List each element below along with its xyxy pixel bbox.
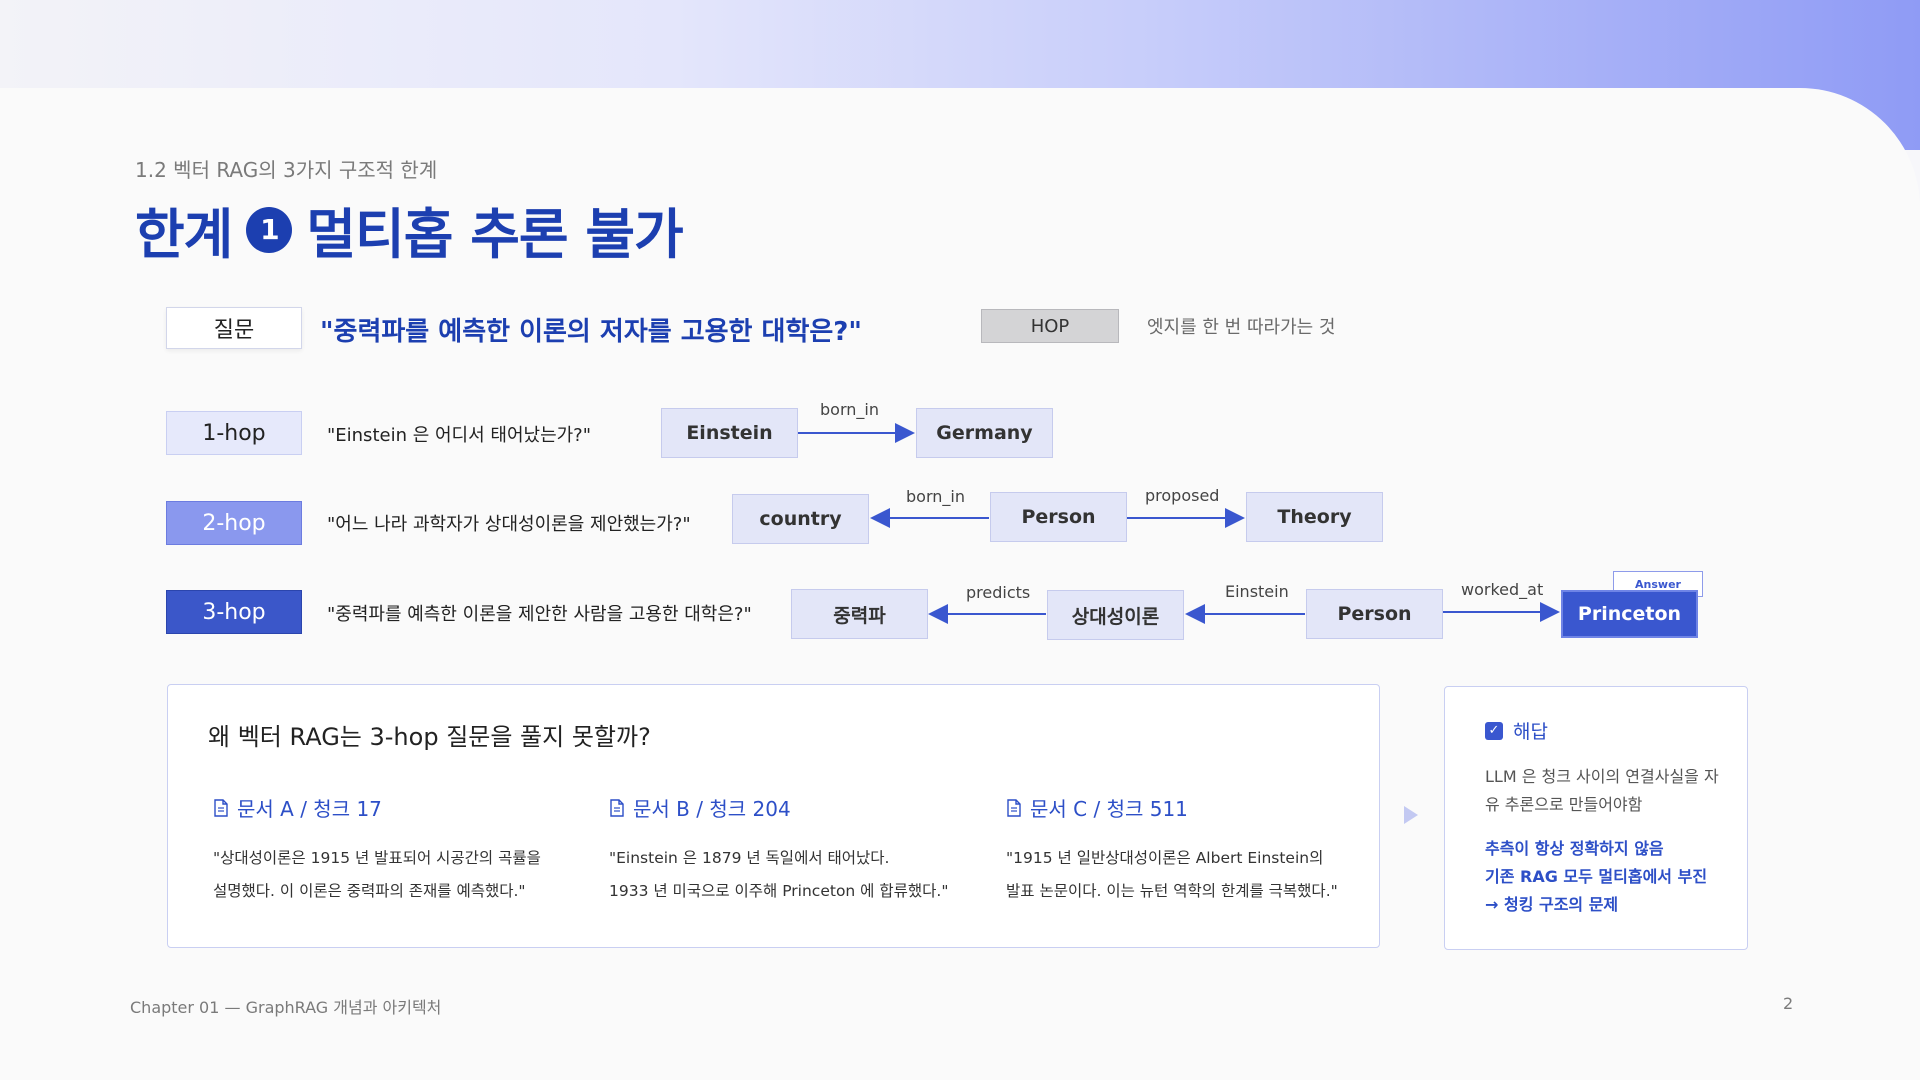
answer-emphasis-line: → 청킹 구조의 문제 <box>1485 895 1619 914</box>
why-panel-title: 왜 벡터 RAG는 3-hop 질문을 풀지 못할까? <box>208 723 651 751</box>
graph-node-person: Person <box>1306 589 1443 639</box>
answer-emphasis-line: 추측이 항상 정확하지 않음 <box>1485 839 1664 858</box>
doc-text-line: "1915 년 일반상대성이론은 Albert Einstein의 <box>1006 849 1324 867</box>
doc-title: 문서 A / 청크 17 <box>237 797 382 821</box>
page-number: 2 <box>1783 994 1794 1013</box>
answer-body: LLM 은 청크 사이의 연결사실을 자유 추론으로 만들어야함 <box>1485 767 1719 814</box>
document-icon <box>610 798 624 817</box>
edge-label-born-in: born_in <box>820 400 879 419</box>
doc-text-line: 발표 논문이다. 이는 뉴턴 역학의 한계를 극복했다." <box>1006 882 1338 900</box>
graph-node-einstein: Einstein <box>661 408 798 458</box>
doc-card-b: 문서 B / 청크 204 "Einstein 은 1879 년 독일에서 태어… <box>609 793 969 908</box>
doc-card-c: 문서 C / 청크 511 "1915 년 일반상대성이론은 Albert Ei… <box>1006 793 1366 908</box>
doc-title: 문서 C / 청크 511 <box>1030 797 1188 821</box>
document-icon <box>1007 798 1021 817</box>
graph-node-relativity: 상대성이론 <box>1047 590 1184 640</box>
doc-text-line: "상대성이론은 1915 년 발표되어 시공간의 곡률을 <box>213 849 541 867</box>
edge-label-proposed: proposed <box>1145 486 1220 505</box>
doc-text-line: 설명했다. 이 이론은 중력파의 존재를 예측했다." <box>213 882 526 900</box>
answer-emphasis: 추측이 항상 정확하지 않음 기존 RAG 모두 멀티홉에서 부진 → 청킹 구… <box>1485 835 1735 919</box>
graph-node-country: country <box>732 494 869 544</box>
doc-card-a: 문서 A / 청크 17 "상대성이론은 1915 년 발표되어 시공간의 곡률… <box>213 793 573 908</box>
answer-panel: ✓ 해답 LLM 은 청크 사이의 연결사실을 자유 추론으로 만들어야함 추측… <box>1444 686 1748 950</box>
why-panel: 왜 벡터 RAG는 3-hop 질문을 풀지 못할까? 문서 A / 청크 17… <box>167 684 1380 948</box>
checkbox-icon: ✓ <box>1485 721 1503 740</box>
graph-node-princeton: Princeton <box>1561 590 1698 638</box>
graph-node-theory: Theory <box>1246 492 1383 542</box>
document-icon <box>214 798 228 817</box>
edge-label-predicts: predicts <box>966 583 1031 602</box>
graph-node-gravitational-wave: 중력파 <box>791 589 928 639</box>
doc-text-line: 1933 년 미국으로 이주해 Princeton 에 합류했다." <box>609 882 949 900</box>
edge-label-born-in: born_in <box>906 487 965 506</box>
play-arrow-icon <box>1404 806 1418 824</box>
doc-title: 문서 B / 청크 204 <box>633 797 791 821</box>
answer-emphasis-line: 기존 RAG 모두 멀티홉에서 부진 <box>1485 867 1708 886</box>
answer-heading: 해답 <box>1513 721 1548 743</box>
footer-chapter: Chapter 01 — GraphRAG 개념과 아키텍처 <box>130 998 442 1017</box>
edge-label-einstein: Einstein <box>1225 582 1289 601</box>
edge-label-worked-at: worked_at <box>1461 580 1544 599</box>
graph-node-germany: Germany <box>916 408 1053 458</box>
doc-text-line: "Einstein 은 1879 년 독일에서 태어났다. <box>609 849 890 867</box>
graph-node-person: Person <box>990 492 1127 542</box>
